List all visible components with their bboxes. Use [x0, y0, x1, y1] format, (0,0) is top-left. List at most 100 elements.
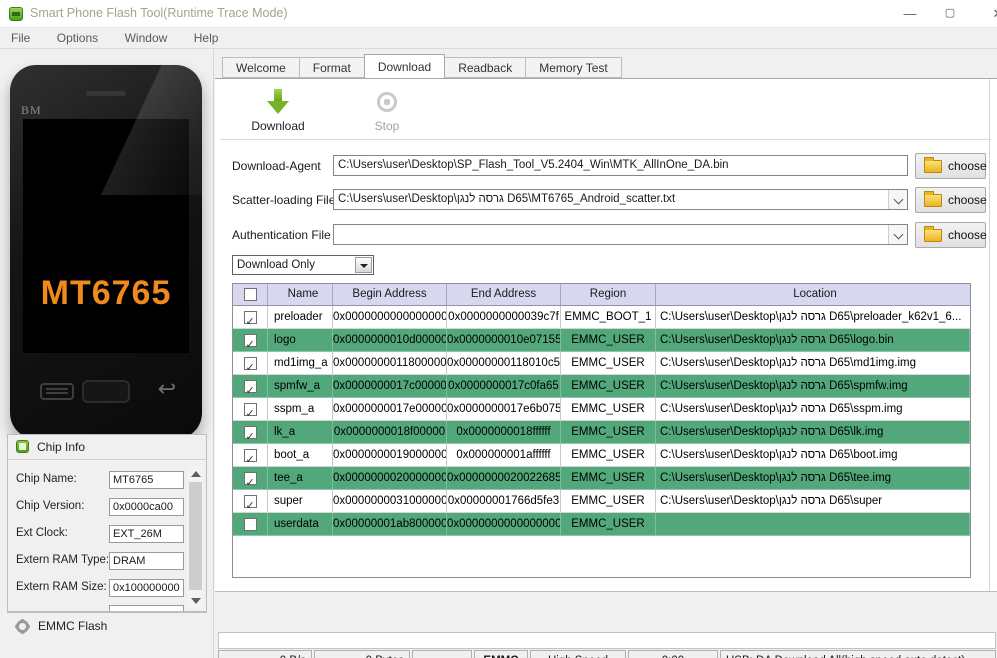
maximize-button[interactable]: ▢ [932, 0, 968, 28]
phone-menu-icon [40, 383, 74, 400]
header-location[interactable]: Location [656, 284, 970, 305]
cell-location: C:\Users\user\Desktop\גרסה לנגן D65\sspm… [660, 403, 903, 415]
toolbar-divider [220, 139, 991, 140]
status-cell: 0 Bytes [314, 650, 410, 658]
table-row[interactable]: preloader 0x0000000000000000 0x000000000… [233, 306, 970, 329]
close-button[interactable]: ✕ [980, 0, 997, 28]
chip-name-field[interactable]: MT6765 [109, 471, 184, 489]
chip-info-scrollbar[interactable] [188, 466, 203, 609]
chip-info-header: Chip Info [8, 435, 206, 460]
download-button-label[interactable]: Download [243, 119, 313, 133]
row-checkbox[interactable] [243, 425, 257, 443]
chip-info-panel: Chip Info Chip Name: MT6765 Chip Version… [7, 434, 207, 612]
cell-region: EMMC_USER [561, 513, 656, 535]
scatter-file-input[interactable]: C:\Users\user\Desktop\גרסה לנגן D65\MT67… [333, 189, 908, 210]
cell-begin-address: 0x0000000010d00000 [333, 329, 447, 351]
row-checkbox[interactable] [243, 333, 257, 351]
phone-home-icon [82, 380, 130, 403]
status-cell: USB: DA Download All(high speed,auto det… [720, 650, 996, 658]
phone-screen: MT6765 [23, 119, 189, 353]
header-begin-address[interactable]: Begin Address [333, 284, 447, 305]
cell-location: C:\Users\user\Desktop\גרסה לנגן D65\spmf… [656, 375, 970, 397]
title-bar: Smart Phone Flash Tool(Runtime Trace Mod… [0, 0, 997, 28]
ext-clock-field[interactable]: EXT_26M [109, 525, 184, 543]
flash-mode-select[interactable]: Download Only [232, 255, 374, 275]
tab-readback[interactable]: Readback [445, 57, 527, 78]
dropdown-arrow-icon[interactable] [355, 257, 372, 273]
select-all-header[interactable] [233, 284, 268, 305]
table-row[interactable]: md1img_a 0x0000000011800000 0x0000000011… [233, 352, 970, 375]
menu-file[interactable]: File [0, 28, 41, 48]
stop-icon[interactable] [377, 92, 397, 112]
table-row[interactable]: tee_a 0x0000000020000000 0x0000000020022… [233, 467, 970, 490]
emmc-flash-bar[interactable]: EMMC Flash [7, 612, 207, 640]
menu-window[interactable]: Window [114, 28, 179, 48]
tab-bar: Welcome Format Download Readback Memory … [222, 54, 622, 78]
phone-speaker [86, 91, 126, 96]
cell-name: userdata [268, 513, 333, 535]
cell-end-address: 0x0000000000039c7f [447, 306, 561, 328]
cell-location: C:\Users\user\Desktop\גרסה לנגן D65\boot… [660, 449, 898, 461]
table-row[interactable]: sspm_a 0x0000000017e00000 0x0000000017e6… [233, 398, 970, 421]
row-checkbox[interactable] [243, 494, 257, 512]
auth-file-label: Authentication File [232, 228, 331, 242]
choose-scatter-button[interactable]: choose [915, 187, 987, 213]
tab-memory-test[interactable]: Memory Test [526, 57, 622, 78]
chevron-down-icon[interactable] [888, 225, 907, 244]
row-checkbox[interactable] [243, 402, 257, 420]
table-row[interactable]: userdata 0x00000001ab800000 0x0000000000… [233, 513, 970, 536]
select-all-checkbox[interactable] [243, 288, 257, 301]
right-gutter-line [989, 79, 990, 591]
minimize-button[interactable]: — [892, 0, 928, 28]
table-header-row: Name Begin Address End Address Region Lo… [233, 284, 970, 306]
cell-begin-address: 0x0000000011800000 [333, 352, 447, 374]
phone-back-icon: ↩ [157, 376, 176, 401]
download-icon[interactable] [267, 89, 289, 117]
choose-auth-button[interactable]: choose [915, 222, 987, 248]
folder-icon [924, 226, 942, 242]
header-region[interactable]: Region [561, 284, 656, 305]
cell-region: EMMC_USER [561, 329, 656, 351]
chevron-down-icon[interactable] [888, 190, 907, 209]
cell-region: EMMC_USER [561, 352, 656, 374]
download-agent-input[interactable]: C:\Users\user\Desktop\SP_Flash_Tool_V5.2… [333, 155, 908, 176]
tab-format[interactable]: Format [299, 57, 365, 78]
cell-region: EMMC_USER [561, 421, 656, 443]
phone-nav: ↩ [10, 376, 202, 405]
menu-help[interactable]: Help [183, 28, 230, 48]
choose-button-label: choose [948, 193, 987, 207]
row-checkbox[interactable] [243, 310, 257, 328]
row-checkbox[interactable] [243, 356, 257, 374]
choose-agent-button[interactable]: choose [915, 153, 987, 179]
table-row[interactable]: spmfw_a 0x0000000017c00000 0x0000000017c… [233, 375, 970, 398]
cell-region: EMMC_USER [561, 490, 656, 512]
cell-end-address: 0x0000000010e07155 [447, 329, 561, 351]
cell-name: spmfw_a [268, 375, 333, 397]
phone-graphic: BM MT6765 ↩ [10, 65, 202, 439]
row-checkbox[interactable] [243, 471, 257, 489]
tab-download[interactable]: Download [363, 54, 446, 78]
table-row[interactable]: lk_a 0x0000000018f00000 0x0000000018ffff… [233, 421, 970, 444]
chip-version-field[interactable]: 0x0000ca00 [109, 498, 184, 516]
scrollbar-thumb[interactable] [189, 482, 202, 590]
table-row[interactable]: super 0x0000000031000000 0x00000001766d5… [233, 490, 970, 513]
header-end-address[interactable]: End Address [447, 284, 561, 305]
table-row[interactable]: logo 0x0000000010d00000 0x0000000010e071… [233, 329, 970, 352]
row-checkbox[interactable] [243, 517, 257, 531]
folder-icon [924, 191, 942, 207]
ram-type-field[interactable]: DRAM [109, 552, 184, 570]
cell-location: C:\Users\user\Desktop\גרסה לנגן D65\prel… [660, 311, 962, 323]
auth-file-input[interactable] [333, 224, 908, 245]
table-row[interactable]: boot_a 0x0000000019000000 0x000000001aff… [233, 444, 970, 467]
scroll-up-icon[interactable] [191, 471, 201, 477]
table-body: preloader 0x0000000000000000 0x000000000… [233, 306, 970, 536]
scroll-down-icon[interactable] [191, 598, 201, 604]
header-name[interactable]: Name [268, 284, 333, 305]
ram-size-field[interactable]: 0x100000000 [109, 579, 184, 597]
row-checkbox[interactable] [243, 379, 257, 397]
menu-options[interactable]: Options [46, 28, 109, 48]
partition-table: Name Begin Address End Address Region Lo… [232, 283, 971, 578]
tab-welcome[interactable]: Welcome [222, 57, 300, 78]
download-agent-label: Download-Agent [232, 159, 321, 173]
row-checkbox[interactable] [243, 448, 257, 466]
